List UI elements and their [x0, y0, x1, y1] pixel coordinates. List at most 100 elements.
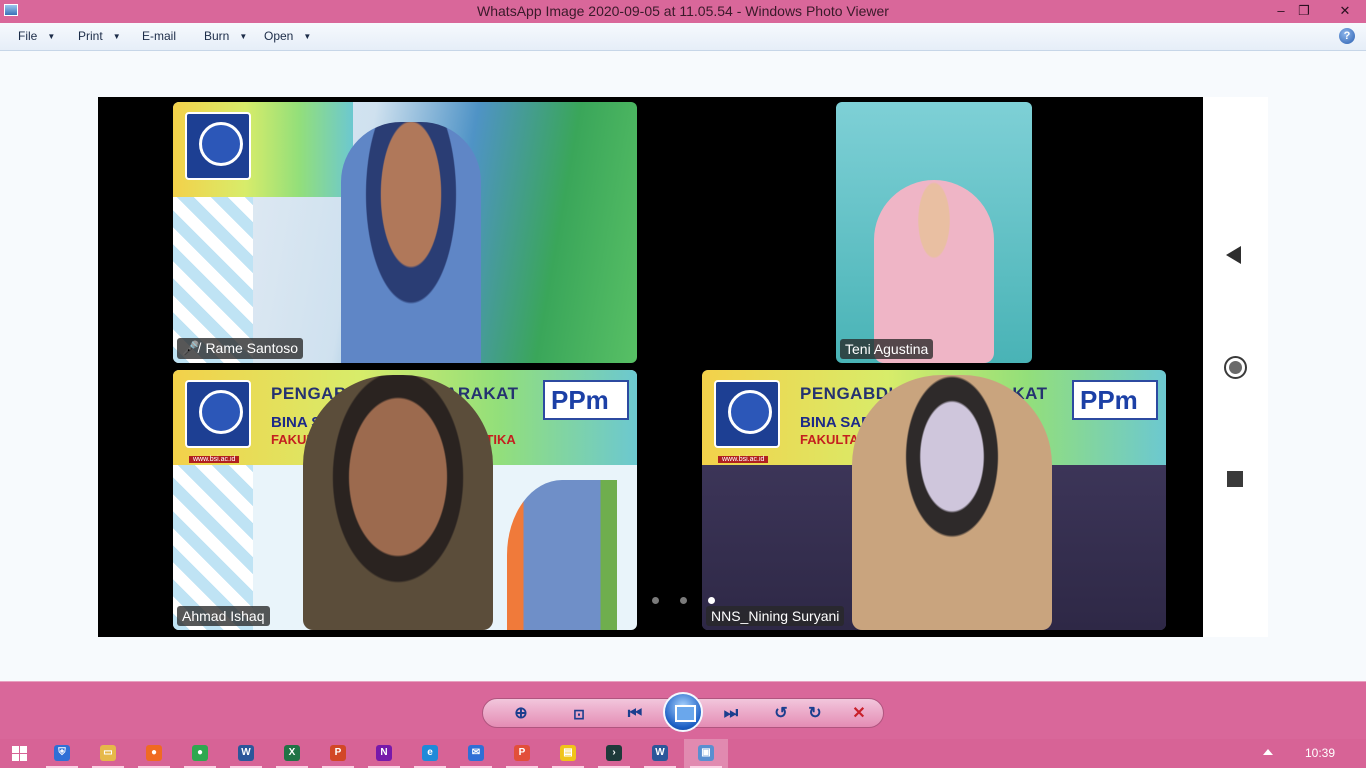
word-icon: W	[238, 745, 254, 761]
previous-button[interactable]: ⏮	[623, 703, 647, 725]
slideshow-button[interactable]	[663, 692, 703, 732]
back-icon	[1226, 246, 1241, 264]
menu-email-label: E-mail	[142, 29, 177, 43]
banner-url: www.bsi.ac.id	[189, 456, 240, 463]
participant-figure	[303, 375, 493, 630]
tray-overflow-icon[interactable]	[1263, 749, 1273, 755]
powerpoint-icon: P	[330, 745, 346, 761]
displayed-photo: 🎤̸ Rame Santoso Teni Agustina PENGABDIAN …	[98, 97, 1203, 637]
participant-name: Ahmad Ishaq	[182, 608, 265, 624]
taskbar-app-photo-viewer[interactable]: ▣	[684, 739, 728, 768]
close-window-button[interactable]: ✕	[1330, 2, 1360, 20]
home-icon	[1224, 356, 1247, 379]
taskbar-app-word-doc[interactable]: W	[638, 739, 682, 768]
chevron-down-icon: ▼	[239, 32, 248, 41]
taskbar-app-powerpoint[interactable]: P	[316, 739, 360, 768]
video-tile-nining-suryani[interactable]: PENGABDIAN MASYARAKAT BINA SARANA INFORM…	[702, 370, 1166, 630]
word-doc-icon: W	[652, 745, 668, 761]
participant-name-tag: NNS_Nining Suryani	[706, 606, 845, 626]
chevron-down-icon: ▼	[47, 32, 56, 41]
ppm-logo: PPm	[1072, 380, 1158, 420]
edge-icon: e	[422, 745, 438, 761]
taskbar-app-file-explorer[interactable]: ▭	[86, 739, 130, 768]
window-title: WhatsApp Image 2020-09-05 at 11.05.54 - …	[477, 3, 889, 19]
taskbar-app-wps-presentation[interactable]: P	[500, 739, 544, 768]
taskbar-app-firefox[interactable]: ●	[132, 739, 176, 768]
menu-burn-label: Burn	[204, 29, 230, 43]
participant-name: Rame Santoso	[205, 340, 299, 356]
rotate-ccw-icon: ↺	[774, 705, 788, 722]
terminal-icon: ›	[606, 745, 622, 761]
participant-figure	[852, 375, 1052, 630]
university-logo	[185, 380, 251, 448]
taskbar-app-onenote[interactable]: N	[362, 739, 406, 768]
video-tile-teni-agustina[interactable]: Teni Agustina	[836, 102, 1032, 363]
zoom-icon: ⊕	[514, 705, 528, 722]
mail-icon: ✉	[468, 745, 484, 761]
participant-figure	[341, 122, 481, 363]
taskbar-app-edge[interactable]: e	[408, 739, 452, 768]
taskbar-app-excel[interactable]: X	[270, 739, 314, 768]
windows-start-icon[interactable]	[12, 746, 27, 761]
file-explorer-icon: ▭	[100, 745, 116, 761]
taskbar-app-word[interactable]: W	[224, 739, 268, 768]
menu-file[interactable]: File ▼	[18, 29, 55, 43]
zoom-button[interactable]: ⊕	[509, 703, 533, 725]
taskbar-app-security[interactable]: ⛨	[40, 739, 84, 768]
taskbar-app-mail[interactable]: ✉	[454, 739, 498, 768]
taskbar: ⛨ ▭ ● ● W X P Ne ✉ P ▤ › W ▣	[0, 739, 1366, 768]
photo-viewer-icon: ▣	[698, 745, 714, 761]
menu-print[interactable]: Print ▼	[78, 29, 121, 43]
banner-background	[173, 102, 353, 197]
rotate-counterclockwise-button[interactable]: ↺	[769, 703, 793, 725]
menu-open[interactable]: Open ▼	[264, 29, 311, 43]
taskbar-app-sticky-notes[interactable]: ▤	[546, 739, 590, 768]
university-logo	[714, 380, 780, 448]
excel-icon: X	[284, 745, 300, 761]
restore-button[interactable]: ❐	[1293, 2, 1315, 20]
firefox-icon: ●	[146, 745, 162, 761]
title-bar: WhatsApp Image 2020-09-05 at 11.05.54 - …	[0, 0, 1366, 23]
video-tile-rame-santoso[interactable]: 🎤̸ Rame Santoso	[173, 102, 637, 363]
recents-icon	[1227, 471, 1243, 487]
video-tile-ahmad-ishaq[interactable]: PENGABDIAN MASYARAKAT BINA SARANA INFORM…	[173, 370, 637, 630]
ppm-logo: PPm	[543, 380, 629, 420]
minimize-button[interactable]: –	[1270, 2, 1292, 20]
participant-name: Teni Agustina	[845, 341, 929, 357]
university-logo	[185, 112, 251, 180]
delete-button[interactable]: ✕	[847, 703, 871, 725]
wps-presentation-icon: P	[514, 745, 530, 761]
menu-burn[interactable]: Burn ▼	[204, 29, 247, 43]
delete-icon: ✕	[852, 705, 866, 722]
participant-name-tag: Teni Agustina	[840, 339, 934, 359]
banner-url: www.bsi.ac.id	[718, 456, 769, 463]
onenote-icon: N	[376, 745, 392, 761]
participant-name-tag: 🎤̸ Rame Santoso	[177, 338, 304, 359]
actual-size-icon: ⊡	[573, 706, 585, 722]
actual-size-button[interactable]: ⊡	[567, 703, 591, 725]
taskbar-app-chrome[interactable]: ●	[178, 739, 222, 768]
previous-icon: ⏮	[627, 705, 643, 722]
pager-dot-1[interactable]	[652, 597, 659, 604]
building-graphic	[507, 480, 617, 630]
pager-dot-2[interactable]	[680, 597, 687, 604]
participant-name-tag: Ahmad Ishaq	[177, 606, 270, 626]
muted-microphone-icon: 🎤̸	[182, 340, 200, 356]
taskbar-app-terminal[interactable]: ›	[592, 739, 636, 768]
pager-dot-3[interactable]	[708, 597, 715, 604]
security-icon: ⛨	[54, 745, 70, 761]
help-icon[interactable]: ?	[1339, 28, 1355, 44]
taskbar-clock[interactable]: 10:39	[1305, 746, 1335, 760]
next-icon: ⏭	[723, 705, 739, 722]
menu-open-label: Open	[264, 29, 294, 43]
participant-name: NNS_Nining Suryani	[711, 608, 840, 624]
chevron-down-icon: ▼	[112, 32, 121, 41]
rotate-cw-icon: ↻	[808, 705, 822, 722]
menu-email[interactable]: E-mail	[142, 29, 176, 43]
participant-figure	[874, 180, 994, 363]
next-button[interactable]: ⏭	[719, 703, 743, 725]
rotate-clockwise-button[interactable]: ↻	[803, 703, 827, 725]
menu-file-label: File	[18, 29, 38, 43]
chrome-icon: ●	[192, 745, 208, 761]
chevron-down-icon: ▼	[303, 32, 312, 41]
